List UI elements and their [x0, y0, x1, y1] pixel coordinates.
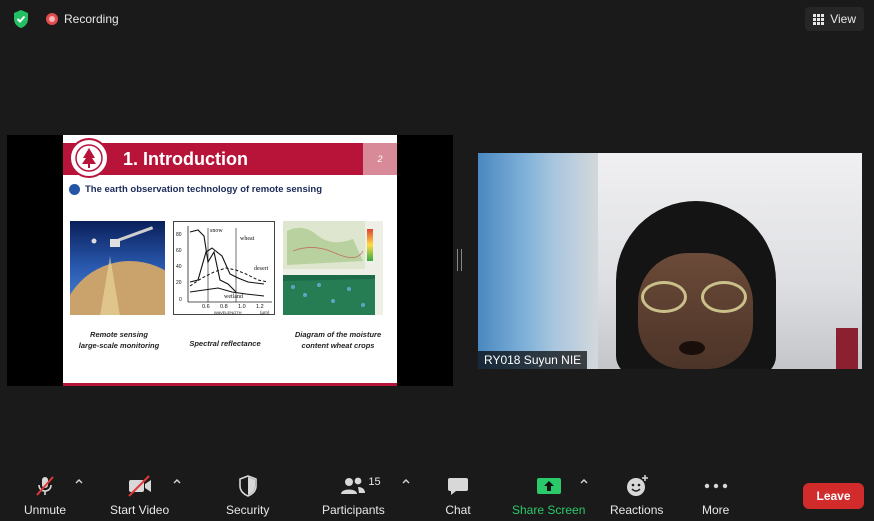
globe-icon: [69, 184, 80, 195]
layout-divider-handle[interactable]: [457, 249, 462, 271]
y-tick-60: 60: [176, 248, 182, 254]
share-screen-label: Share Screen: [512, 503, 586, 517]
moisture-map-image: [283, 221, 383, 315]
security-label: Security: [226, 503, 270, 517]
recording-indicator[interactable]: Recording: [46, 12, 119, 26]
participants-icon: 15: [340, 474, 381, 498]
top-status-bar: Recording: [10, 8, 119, 30]
video-person-mouth: [679, 341, 705, 355]
caption-2-line1: Spectral reflectance: [189, 339, 261, 348]
participant-name-tag: RY018 Suyun NIE: [478, 351, 588, 369]
participants-count: 15: [368, 476, 381, 488]
caption-spectral: Spectral reflectance: [175, 339, 275, 350]
security-shield-icon[interactable]: [10, 8, 32, 30]
slide-title: 1. Introduction: [123, 149, 248, 169]
more-button[interactable]: More: [702, 474, 729, 517]
caption-1-line1: Remote sensing: [90, 330, 148, 339]
chat-button[interactable]: Chat: [445, 474, 471, 517]
view-label: View: [830, 12, 856, 26]
view-button[interactable]: View: [805, 7, 864, 31]
x-tick-0.6: 0.6: [202, 304, 210, 310]
caption-3-line1: Diagram of the moisture: [294, 330, 382, 339]
leave-button[interactable]: Leave: [803, 483, 864, 509]
video-person-glasses: [641, 281, 751, 315]
audio-options-caret-icon[interactable]: [75, 478, 83, 486]
y-tick-0: 0: [179, 297, 182, 303]
more-label: More: [702, 503, 730, 517]
participants-label: Participants: [322, 503, 385, 517]
caption-1-line2: large-scale monitoring: [78, 340, 160, 350]
slide-subtitle-text: The earth observation technology of remo…: [85, 184, 323, 195]
chat-bubble-icon: [445, 474, 471, 498]
caption-3-line2: content wheat crops: [301, 340, 375, 350]
presentation-slide: 2 1. Introduction The earth observation …: [63, 135, 397, 386]
chart-label-desert: desert: [254, 266, 269, 272]
start-video-label: Start Video: [110, 503, 170, 517]
reactions-button[interactable]: Reactions: [610, 474, 663, 517]
spectral-reflectance-chart: snow wheat desert wetland 80 60 40 20 0 …: [173, 221, 275, 315]
share-options-caret-icon[interactable]: [580, 478, 588, 486]
slide-subtitle: The earth observation technology of remo…: [69, 184, 322, 195]
slide-page-number: 2: [363, 143, 397, 175]
unmute-button[interactable]: Unmute: [24, 474, 66, 517]
x-axis-label: WAVELENGTH: [214, 310, 242, 315]
start-video-button[interactable]: Start Video: [110, 474, 169, 517]
participant-video[interactable]: RY018 Suyun NIE: [478, 153, 862, 369]
chart-label-wetland: wetland: [224, 294, 243, 300]
chart-label-snow: snow: [210, 228, 223, 234]
video-options-caret-icon[interactable]: [173, 478, 181, 486]
y-tick-80: 80: [176, 232, 182, 238]
share-screen-icon: [536, 474, 562, 498]
y-tick-20: 20: [176, 280, 182, 286]
slide-footer-bar: [63, 383, 397, 386]
reactions-smiley-icon: [624, 474, 650, 498]
caption-remote-sensing: Remote sensing large-scale monitoring: [69, 330, 169, 351]
meeting-toolbar: Unmute Start Video Security 15 Participa…: [0, 470, 874, 521]
participants-button[interactable]: 15 Participants: [322, 474, 385, 517]
chat-label: Chat: [445, 503, 471, 517]
microphone-muted-icon: [32, 474, 58, 498]
share-screen-button[interactable]: Share Screen: [512, 474, 585, 517]
university-logo-icon: [69, 138, 109, 178]
video-background-object: [836, 328, 858, 369]
participants-options-caret-icon[interactable]: [402, 478, 410, 486]
chart-label-wheat: wheat: [240, 236, 255, 242]
x-axis-unit: (μm): [260, 310, 270, 315]
grid-view-icon: [813, 13, 825, 25]
unmute-label: Unmute: [24, 503, 67, 517]
video-camera-off-icon: [127, 474, 153, 498]
security-button[interactable]: Security: [226, 474, 269, 517]
shared-screen[interactable]: 2 1. Introduction The earth observation …: [7, 135, 453, 386]
caption-moisture: Diagram of the moisture content wheat cr…: [283, 330, 393, 351]
recording-icon: [46, 13, 58, 25]
satellite-image: [63, 221, 200, 386]
security-shield-icon: [235, 474, 261, 498]
recording-label: Recording: [64, 12, 119, 26]
more-dots-icon: [703, 474, 729, 498]
reactions-label: Reactions: [610, 503, 664, 517]
y-tick-40: 40: [176, 264, 182, 270]
